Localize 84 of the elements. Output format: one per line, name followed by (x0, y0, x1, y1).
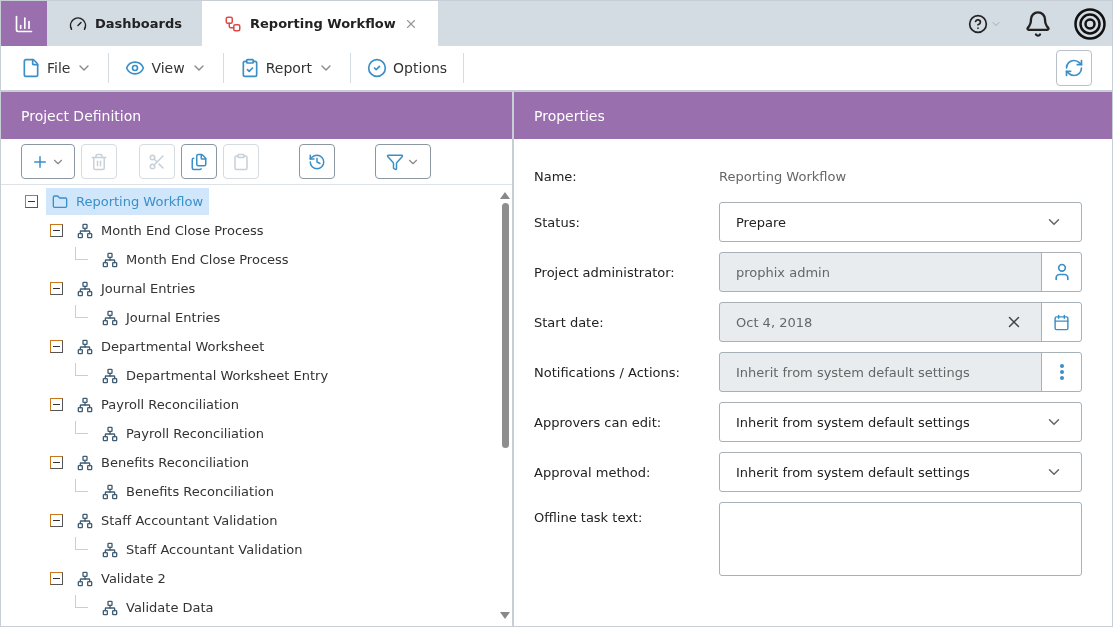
scroll-thumb[interactable] (501, 203, 509, 448)
tree-item[interactable]: Departmental Worksheet (71, 333, 271, 360)
hierarchy-icon (77, 396, 93, 413)
field-label: Name: (534, 169, 578, 184)
tree-item[interactable]: Month End Close Process (96, 246, 295, 273)
field-label: Offline task text: (534, 509, 644, 525)
scroll-up-icon[interactable] (500, 191, 510, 199)
view-icon (125, 58, 146, 78)
hierarchy-icon (77, 512, 93, 529)
collapse-toggle[interactable] (25, 195, 38, 208)
folder-icon (52, 193, 68, 210)
menu-item[interactable]: Options (351, 53, 465, 83)
name-value: Reporting Workflow (719, 168, 848, 186)
tree-item[interactable]: Benefits Reconciliation (71, 449, 255, 476)
filter-icon (386, 152, 404, 171)
file-icon (21, 58, 41, 78)
field-label: Approvers can edit: (534, 414, 663, 430)
hierarchy-icon (102, 425, 118, 442)
collapse-toggle[interactable] (50, 398, 63, 411)
bell-icon[interactable] (1024, 9, 1052, 38)
hierarchy-icon (102, 483, 118, 500)
hierarchy-icon (77, 570, 93, 587)
filter-button[interactable] (375, 144, 431, 179)
field-label: Notifications / Actions: (534, 364, 681, 380)
vertical-dots-icon (1059, 364, 1064, 380)
hierarchy-icon (77, 280, 93, 297)
logo-icon[interactable] (1, 1, 47, 46)
panel-header: Properties (514, 92, 1112, 139)
field-label: Approval method: (534, 464, 652, 480)
tree-item[interactable]: Journal Entries (71, 275, 202, 302)
collapse-toggle[interactable] (50, 340, 63, 353)
hierarchy-icon (102, 309, 118, 326)
trash-icon (90, 152, 108, 171)
menu-item[interactable]: View (109, 53, 224, 83)
history-icon (308, 152, 326, 171)
collapse-toggle[interactable] (50, 282, 63, 295)
hierarchy-icon (77, 454, 93, 471)
clipboard-icon (232, 152, 250, 171)
hierarchy-icon (102, 541, 118, 558)
field-label: Project administrator: (534, 264, 676, 280)
menu-item[interactable]: File (5, 53, 110, 83)
hierarchy-icon (102, 367, 118, 384)
copy-button[interactable] (181, 144, 217, 179)
field-label: Status: (534, 214, 581, 230)
text-area[interactable] (719, 502, 1082, 576)
collapse-toggle[interactable] (50, 514, 63, 527)
tree-item[interactable]: Payroll Reconciliation (71, 391, 245, 418)
field-label: Start date: (534, 314, 605, 330)
refresh-button[interactable] (1056, 50, 1092, 86)
collapse-toggle[interactable] (50, 456, 63, 469)
help-icon (968, 13, 988, 34)
options-icon (367, 58, 388, 78)
gauge-icon (69, 14, 87, 33)
collapse-toggle[interactable] (50, 224, 63, 237)
workflow-icon (224, 14, 243, 33)
tree-item[interactable]: Benefits Reconciliation (96, 478, 280, 505)
select-field[interactable]: Prepare (719, 202, 1082, 242)
add-button[interactable] (21, 144, 75, 179)
history-button[interactable] (299, 144, 335, 179)
menu-item[interactable]: Report (223, 53, 352, 83)
hierarchy-icon (77, 222, 93, 239)
copy-icon (190, 152, 208, 171)
scissors-icon (148, 152, 166, 171)
hierarchy-icon (77, 338, 93, 355)
refresh-icon (1064, 58, 1084, 78)
tree-item[interactable]: Journal Entries (96, 304, 227, 331)
tree-item[interactable]: Departmental Worksheet Entry (96, 362, 335, 389)
select-field[interactable]: Inherit from system default settings (719, 402, 1082, 442)
tree-item[interactable]: Validate Data (96, 594, 220, 621)
hierarchy-icon (102, 251, 118, 268)
collapse-toggle[interactable] (50, 572, 63, 585)
tree-item[interactable]: Validate 2 (71, 565, 172, 592)
concentric-circles-icon[interactable] (1074, 7, 1106, 40)
hierarchy-icon (102, 599, 118, 616)
tree-item[interactable]: Staff Accountant Validation (96, 536, 309, 563)
calendar-icon (1053, 313, 1070, 331)
tree-item[interactable]: Staff Accountant Validation (71, 507, 284, 534)
help-button[interactable] (968, 13, 1002, 34)
select-field[interactable]: Inherit from system default settings (719, 452, 1082, 492)
panel-header: Project Definition (1, 92, 512, 139)
scroll-down-icon[interactable] (500, 612, 510, 620)
tree-item[interactable]: Payroll Reconciliation (96, 420, 270, 447)
tab[interactable]: Reporting Workflow (202, 1, 438, 46)
tree-item[interactable]: Month End Close Process (71, 217, 270, 244)
